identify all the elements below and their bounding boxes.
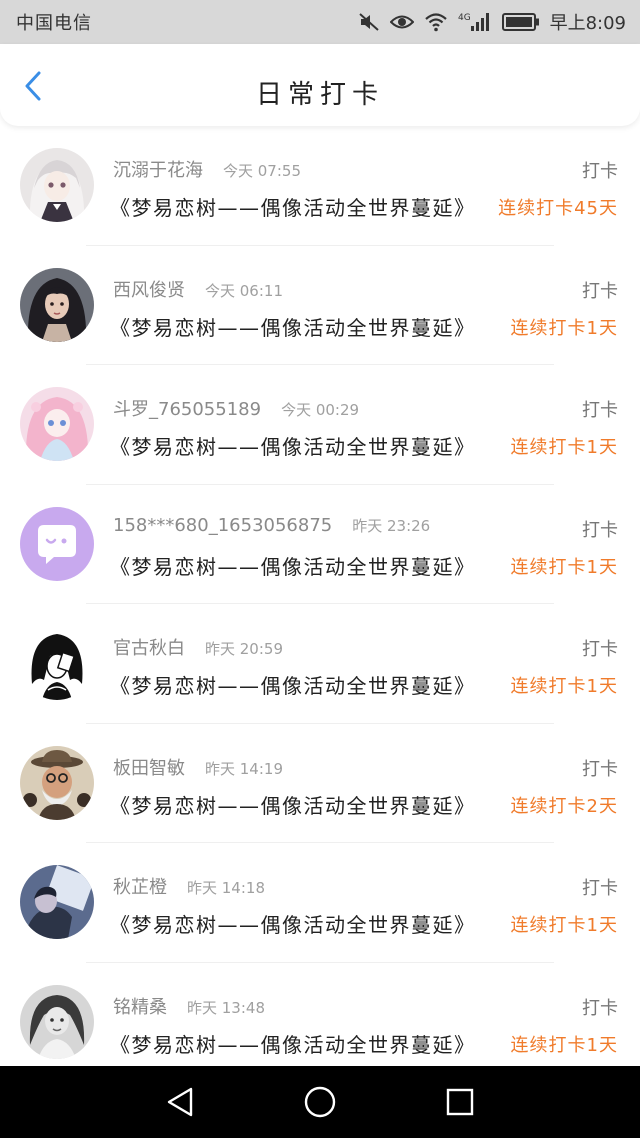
streak-count: 连续打卡2天 xyxy=(510,795,618,817)
system-nav-bar xyxy=(0,1066,640,1138)
activity-title: 《梦易恋树——偶像活动全世界蔓延》 xyxy=(110,674,476,698)
item-meta: 158***680_1653056875 昨天 23:26 xyxy=(113,515,430,536)
user-name[interactable]: 西风俊贤 xyxy=(113,276,185,302)
streak-count: 连续打卡1天 xyxy=(510,556,618,578)
network-type-label: 4G xyxy=(458,13,471,23)
item-meta: 西风俊贤 今天 06:11 xyxy=(113,276,283,302)
page-title: 日常打卡 xyxy=(255,80,384,110)
streak-count: 连续打卡1天 xyxy=(510,437,618,458)
user-avatar[interactable] xyxy=(20,148,94,222)
checkin-time: 今天 06:11 xyxy=(205,281,283,300)
list-item[interactable]: 158***680_1653056875 昨天 23:26 打卡 《梦易恋树——… xyxy=(0,485,640,605)
triangle-back-icon xyxy=(167,1087,193,1117)
checkin-label: 打卡 xyxy=(582,280,618,302)
streak-count: 连续打卡1天 xyxy=(510,915,618,936)
checkin-label: 打卡 xyxy=(582,161,618,182)
user-name[interactable]: 铭精桑 xyxy=(113,993,167,1019)
nav-back-button[interactable] xyxy=(160,1082,200,1122)
user-avatar[interactable] xyxy=(20,745,94,820)
streak-count: 连续打卡1天 xyxy=(510,317,618,339)
clock-time: 早上8:09 xyxy=(549,13,626,34)
streak-count: 连续打卡1天 xyxy=(510,1034,618,1056)
carrier-name: 中国电信 xyxy=(16,13,92,34)
checkin-time: 今天 07:55 xyxy=(223,162,301,180)
activity-title: 《梦易恋树——偶像活动全世界蔓延》 xyxy=(110,554,476,579)
eye-icon xyxy=(389,13,414,31)
checkin-time: 昨天 20:59 xyxy=(205,640,283,658)
checkin-label: 打卡 xyxy=(582,758,618,780)
page-header: 日常打卡 xyxy=(0,44,640,126)
user-name[interactable]: 秋芷橙 xyxy=(113,873,167,899)
item-meta: 沉溺于花海 今天 07:55 xyxy=(113,156,301,182)
checkin-label: 打卡 xyxy=(582,639,618,660)
checkin-label: 打卡 xyxy=(582,878,618,899)
activity-title: 《梦易恋树——偶像活动全世界蔓延》 xyxy=(110,1032,476,1057)
nav-home-button[interactable] xyxy=(300,1082,340,1122)
user-name[interactable]: 官古秋白 xyxy=(113,634,185,660)
streak-count: 连续打卡45天 xyxy=(498,198,618,219)
item-meta: 斗罗_765055189 今天 00:29 xyxy=(113,395,359,421)
activity-title: 《梦易恋树——偶像活动全世界蔓延》 xyxy=(110,793,476,818)
square-recents-icon xyxy=(446,1088,474,1116)
checkin-label: 打卡 xyxy=(582,997,618,1019)
list-item[interactable]: 西风俊贤 今天 06:11 打卡 《梦易恋树——偶像活动全世界蔓延》 连续打卡1… xyxy=(0,246,640,366)
user-name[interactable]: 斗罗_765055189 xyxy=(113,395,261,421)
user-name[interactable]: 158***680_1653056875 xyxy=(113,515,332,536)
cellular-signal-icon: 4G xyxy=(458,11,492,33)
list-item[interactable]: 板田智敏 昨天 14:19 打卡 《梦易恋树——偶像活动全世界蔓延》 连续打卡2… xyxy=(0,724,640,844)
activity-title: 《梦易恋树——偶像活动全世界蔓延》 xyxy=(110,913,476,937)
chat-bubble-icon xyxy=(20,506,94,581)
nav-recents-button[interactable] xyxy=(440,1082,480,1122)
user-avatar[interactable] xyxy=(20,984,94,1059)
checkin-list: 沉溺于花海 今天 07:55 打卡 《梦易恋树——偶像活动全世界蔓延》 连续打卡… xyxy=(0,126,640,1066)
user-avatar[interactable] xyxy=(20,865,94,939)
status-icons: 4G 早上8:09 xyxy=(358,9,626,35)
list-item[interactable]: 秋芷橙 昨天 14:18 打卡 《梦易恋树——偶像活动全世界蔓延》 连续打卡1天 xyxy=(0,843,640,963)
checkin-label: 打卡 xyxy=(582,519,618,541)
circle-home-icon xyxy=(304,1086,336,1118)
battery-icon xyxy=(501,13,540,31)
activity-title: 《梦易恋树——偶像活动全世界蔓延》 xyxy=(110,315,476,340)
list-item[interactable]: 斗罗_765055189 今天 00:29 打卡 《梦易恋树——偶像活动全世界蔓… xyxy=(0,365,640,485)
checkin-time: 昨天 23:26 xyxy=(352,516,431,535)
item-meta: 铭精桑 昨天 13:48 xyxy=(113,993,265,1019)
user-name[interactable]: 沉溺于花海 xyxy=(113,156,203,182)
item-meta: 官古秋白 昨天 20:59 xyxy=(113,634,283,660)
checkin-time: 昨天 14:18 xyxy=(187,879,265,897)
activity-title: 《梦易恋树——偶像活动全世界蔓延》 xyxy=(110,435,476,459)
checkin-time: 昨天 13:48 xyxy=(187,998,265,1017)
list-item[interactable]: 沉溺于花海 今天 07:55 打卡 《梦易恋树——偶像活动全世界蔓延》 连续打卡… xyxy=(0,126,640,246)
checkin-time: 今天 00:29 xyxy=(281,401,360,419)
activity-title: 《梦易恋树——偶像活动全世界蔓延》 xyxy=(110,196,476,220)
list-item[interactable]: 铭精桑 昨天 13:48 打卡 《梦易恋树——偶像活动全世界蔓延》 连续打卡1天 xyxy=(0,963,640,1067)
user-name[interactable]: 板田智敏 xyxy=(113,754,185,780)
item-meta: 板田智敏 昨天 14:19 xyxy=(113,754,283,780)
user-avatar[interactable] xyxy=(20,626,94,700)
streak-count: 连续打卡1天 xyxy=(510,676,618,697)
user-avatar[interactable] xyxy=(20,387,94,461)
status-bar: 中国电信 4G 早上8:09 xyxy=(0,0,640,44)
mute-icon xyxy=(358,12,380,32)
checkin-label: 打卡 xyxy=(582,400,618,421)
item-meta: 秋芷橙 昨天 14:18 xyxy=(113,873,265,899)
list-item[interactable]: 官古秋白 昨天 20:59 打卡 《梦易恋树——偶像活动全世界蔓延》 连续打卡1… xyxy=(0,604,640,724)
checkin-time: 昨天 14:19 xyxy=(205,759,283,778)
user-avatar[interactable] xyxy=(20,267,94,342)
wifi-icon xyxy=(424,12,448,32)
user-avatar[interactable] xyxy=(20,506,94,581)
